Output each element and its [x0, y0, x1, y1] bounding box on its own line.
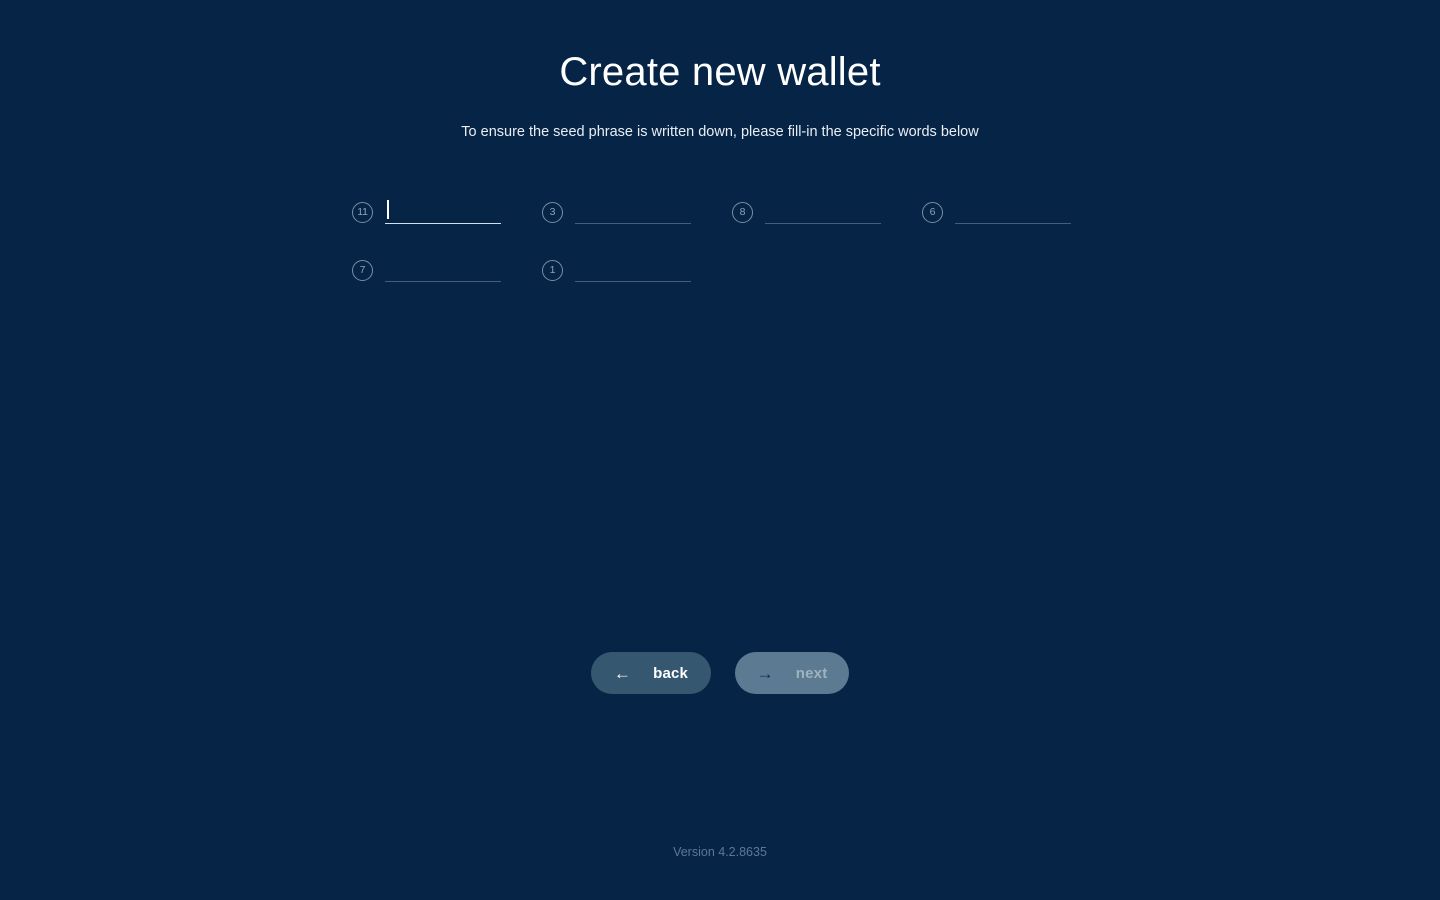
- back-button[interactable]: ← back: [591, 652, 711, 694]
- seed-input-wrap-11: [385, 200, 501, 226]
- create-wallet-screen: Create new wallet To ensure the seed phr…: [0, 0, 1440, 900]
- back-button-label: back: [653, 664, 689, 682]
- seed-input-wrap-6: [955, 200, 1071, 226]
- seed-index-badge-8: 8: [732, 202, 753, 223]
- seed-field-1[interactable]: 1: [542, 258, 732, 286]
- seed-input-1[interactable]: [575, 258, 691, 282]
- seed-index-badge-11: 11: [352, 202, 373, 223]
- seed-input-wrap-3: [575, 200, 691, 226]
- seed-verification-grid: 11 3 8 6 7 1: [352, 200, 1092, 316]
- seed-input-wrap-7: [385, 258, 501, 284]
- navigation-button-row: ← back → next: [0, 652, 1440, 694]
- seed-field-6[interactable]: 6: [922, 200, 1112, 228]
- seed-field-8[interactable]: 8: [732, 200, 922, 228]
- seed-index-badge-6: 6: [922, 202, 943, 223]
- seed-input-7[interactable]: [385, 258, 501, 282]
- page-subtitle: To ensure the seed phrase is written dow…: [461, 124, 979, 140]
- seed-field-7[interactable]: 7: [352, 258, 542, 286]
- arrow-right-icon: →: [756, 663, 774, 683]
- seed-index-badge-3: 3: [542, 202, 563, 223]
- arrow-left-icon: ←: [613, 663, 632, 683]
- next-button-label: next: [795, 664, 828, 682]
- seed-input-8[interactable]: [765, 200, 881, 224]
- seed-input-11[interactable]: [385, 200, 501, 224]
- page-title: Create new wallet: [559, 50, 881, 94]
- text-caret: [387, 200, 389, 219]
- next-button[interactable]: → next: [735, 652, 849, 694]
- seed-input-6[interactable]: [955, 200, 1071, 224]
- seed-input-3[interactable]: [575, 200, 691, 224]
- seed-index-badge-1: 1: [542, 260, 563, 281]
- seed-input-wrap-8: [765, 200, 881, 226]
- seed-field-3[interactable]: 3: [542, 200, 732, 228]
- seed-field-11[interactable]: 11: [352, 200, 542, 228]
- version-label: Version 4.2.8635: [673, 845, 767, 859]
- seed-input-wrap-1: [575, 258, 691, 284]
- seed-index-badge-7: 7: [352, 260, 373, 281]
